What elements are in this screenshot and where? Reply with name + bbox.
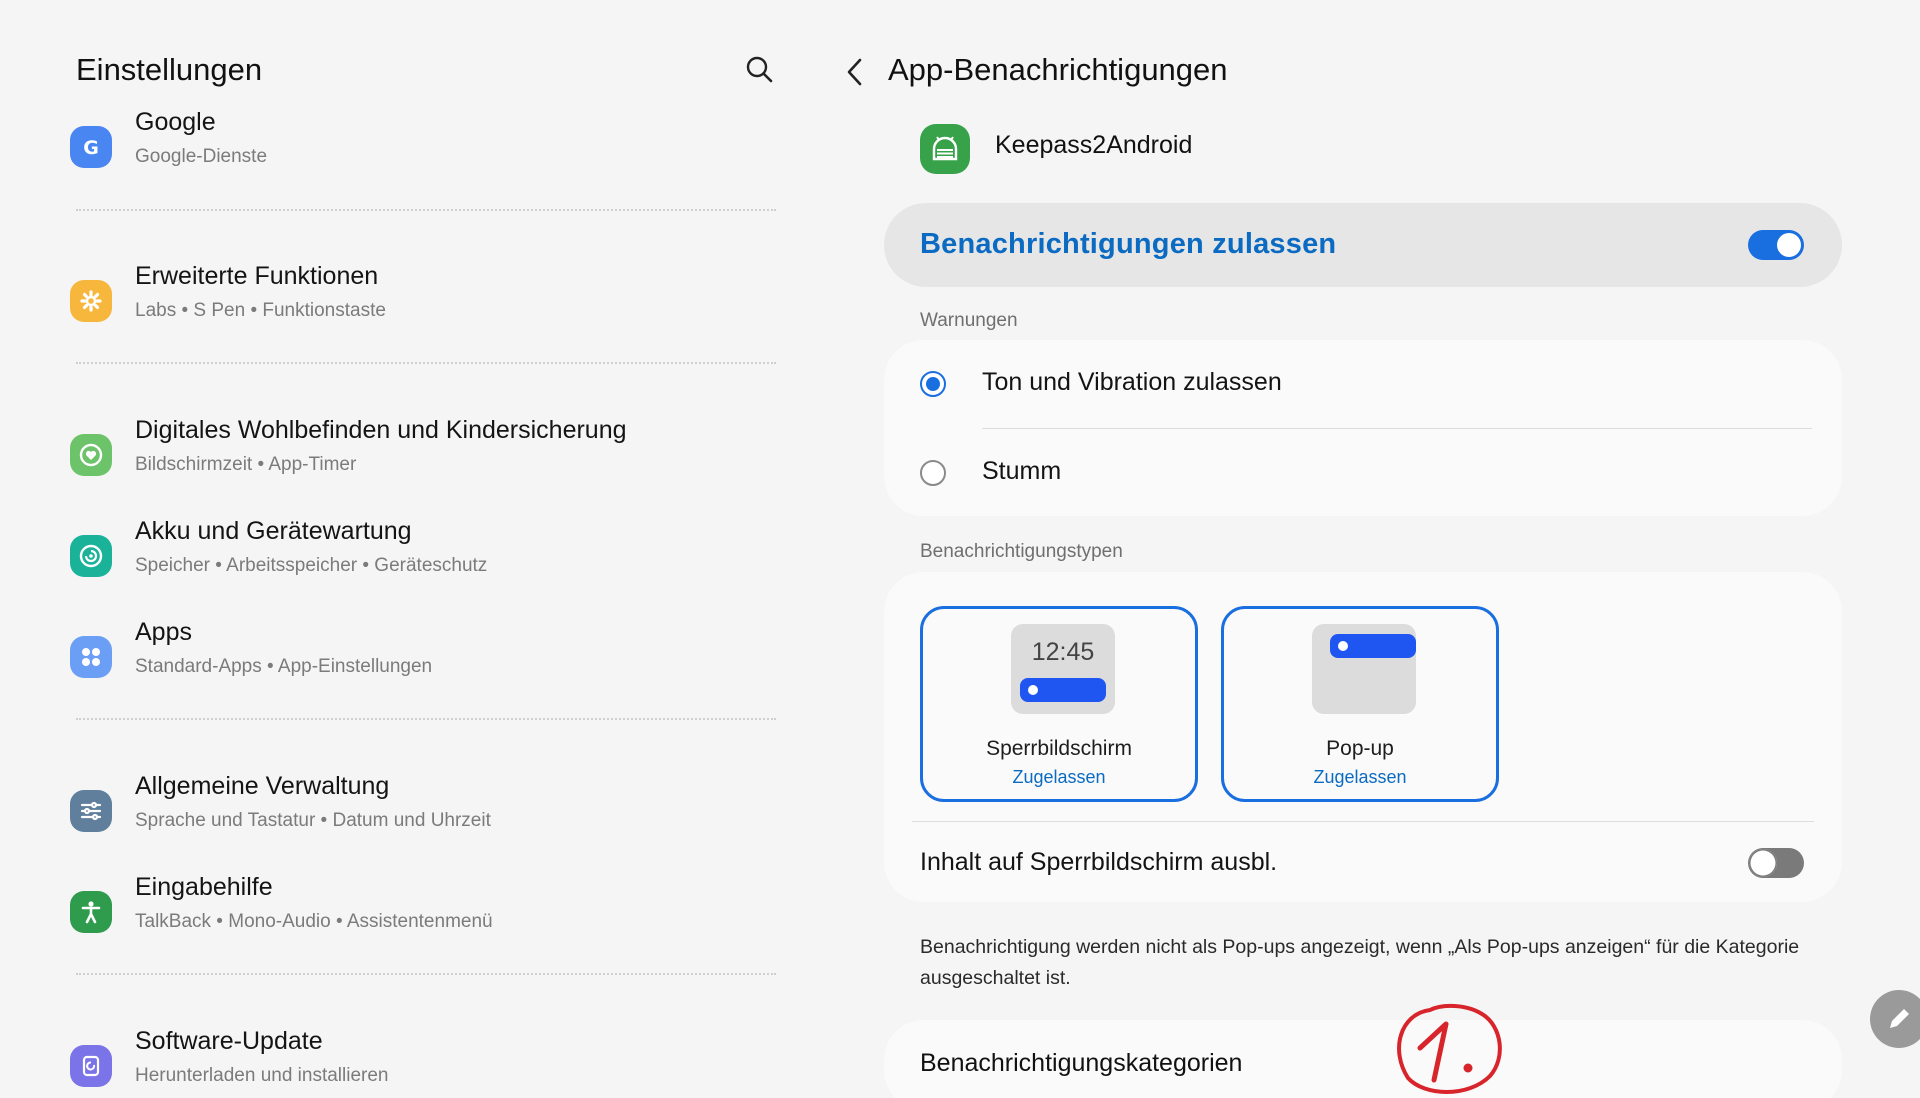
item-subtitle: Google-Dienste [135, 146, 268, 167]
divider [76, 718, 776, 720]
item-title: Software-Update [135, 1027, 323, 1055]
type-status: Zugelassen [1012, 767, 1106, 787]
wellbeing-icon [70, 434, 112, 476]
apps-icon [70, 636, 112, 678]
hide-content-toggle[interactable] [1748, 848, 1804, 878]
item-title: Apps [135, 618, 192, 646]
item-subtitle: Herunterladen und installieren [135, 1065, 389, 1086]
type-name: Pop-up [1326, 737, 1394, 760]
type-popup[interactable]: Pop-up Zugelassen [1221, 606, 1499, 802]
type-name: Sperrbildschirm [986, 737, 1132, 760]
option-label: Ton und Vibration zulassen [982, 368, 1282, 396]
back-arrow-icon[interactable] [840, 52, 870, 92]
software-update-icon [70, 1045, 112, 1087]
item-subtitle: TalkBack • Mono-Audio • Assistentenmenü [135, 911, 493, 932]
warnings-card: Ton und Vibration zulassen Stumm [884, 340, 1842, 516]
item-subtitle: Labs • S Pen • Funktionstaste [135, 300, 386, 321]
item-subtitle: Sprache und Tastatur • Datum und Uhrzeit [135, 810, 491, 831]
google-icon: G [70, 126, 112, 168]
notification-types-section-label: Benachrichtigungstypen [920, 541, 1123, 562]
settings-item-general-management[interactable]: Allgemeine Verwaltung Sprache und Tastat… [68, 772, 788, 856]
device-care-icon [70, 535, 112, 577]
allow-notifications-toggle[interactable] [1748, 230, 1804, 260]
item-title: Google [135, 108, 216, 136]
warnings-section-label: Warnungen [920, 310, 1018, 331]
divider [76, 362, 776, 364]
divider [76, 973, 776, 975]
radio-sound-vibration[interactable] [920, 371, 946, 397]
option-label: Stumm [982, 457, 1062, 485]
notification-categories-row[interactable]: Benachrichtigungskategorien [884, 1020, 1842, 1098]
settings-list-pane: Einstellungen G Google Google-Dienste Er… [0, 0, 800, 1098]
option-silent[interactable]: Stumm [884, 429, 1842, 516]
page-title: Einstellungen [76, 52, 263, 87]
app-notifications-pane: App-Benachrichtigungen Keepass2Android B… [800, 0, 1920, 1098]
accessibility-icon [70, 891, 112, 933]
advanced-features-icon [70, 280, 112, 322]
edit-button[interactable] [1870, 990, 1920, 1048]
type-lock-screen[interactable]: 12:45 Sperrbildschirm Zugelassen [920, 606, 1198, 802]
item-title: Eingabehilfe [135, 873, 273, 901]
settings-item-accessibility[interactable]: Eingabehilfe TalkBack • Mono-Audio • Ass… [68, 873, 788, 957]
handwritten-annotation: 1. [1390, 1000, 1510, 1098]
settings-item-software-update[interactable]: Software-Update Herunterladen und instal… [68, 1027, 788, 1098]
back-button[interactable] [840, 52, 870, 92]
hide-content-label: Inhalt auf Sperrbildschirm ausbl. [920, 848, 1278, 876]
pencil-icon[interactable] [1884, 1004, 1914, 1034]
allow-notifications-row[interactable]: Benachrichtigungen zulassen [884, 203, 1842, 287]
toggle-knob [1749, 849, 1777, 877]
item-subtitle: Speicher • Arbeitsspeicher • Geräteschut… [135, 555, 488, 576]
app-name: Keepass2Android [995, 131, 1193, 159]
toggle-knob [1777, 233, 1801, 257]
item-title: Digitales Wohlbefinden und Kindersicheru… [135, 416, 627, 444]
item-title: Erweiterte Funktionen [135, 262, 379, 290]
allow-notifications-label: Benachrichtigungen zulassen [920, 228, 1337, 260]
settings-item-advanced-features[interactable]: Erweiterte Funktionen Labs • S Pen • Fun… [68, 262, 788, 346]
item-title: Allgemeine Verwaltung [135, 772, 390, 800]
search-button[interactable] [740, 52, 780, 92]
notification-pill [1330, 634, 1416, 658]
page-title: App-Benachrichtigungen [888, 52, 1228, 87]
popup-info-note: Benachrichtigung werden nicht als Pop-up… [920, 936, 1800, 989]
settings-item-apps[interactable]: Apps Standard-Apps • App-Einstellungen [68, 618, 788, 702]
preview-clock: 12:45 [1031, 638, 1095, 666]
svg-text:G: G [83, 137, 99, 159]
hide-content-row[interactable]: Inhalt auf Sperrbildschirm ausbl. [884, 822, 1842, 902]
lock-screen-preview: 12:45 [1011, 624, 1115, 714]
general-management-icon [70, 790, 112, 832]
option-sound-vibration[interactable]: Ton und Vibration zulassen [884, 340, 1842, 428]
keepass-app-icon [920, 124, 970, 174]
item-subtitle: Standard-Apps • App-Einstellungen [135, 656, 433, 677]
popup-preview [1312, 624, 1416, 714]
settings-item-google[interactable]: G Google Google-Dienste [68, 108, 788, 192]
search-icon[interactable] [744, 54, 776, 86]
notification-pill [1020, 678, 1106, 702]
notification-categories-label: Benachrichtigungskategorien [920, 1049, 1243, 1077]
settings-item-device-care[interactable]: Akku und Gerätewartung Speicher • Arbeit… [68, 517, 788, 601]
settings-screen: Einstellungen G Google Google-Dienste Er… [0, 0, 1920, 1098]
divider [76, 209, 776, 211]
settings-item-digital-wellbeing[interactable]: Digitales Wohlbefinden und Kindersicheru… [68, 416, 788, 500]
radio-silent[interactable] [920, 460, 946, 486]
item-subtitle: Bildschirmzeit • App-Timer [135, 454, 357, 475]
item-title: Akku und Gerätewartung [135, 517, 412, 545]
type-status: Zugelassen [1313, 767, 1407, 787]
